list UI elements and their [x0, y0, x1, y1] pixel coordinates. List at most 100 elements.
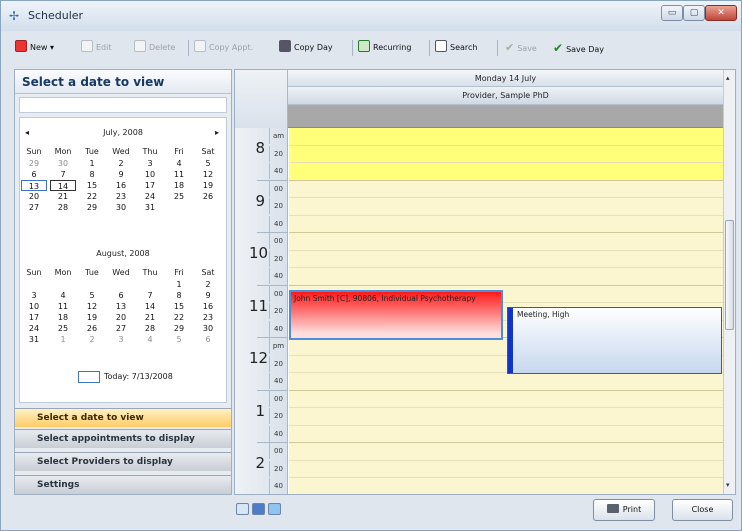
today-link[interactable]: Today: 7/13/2008	[78, 371, 198, 384]
calendar-day[interactable]: 30	[108, 202, 134, 213]
recurring-button[interactable]: Recurring	[358, 38, 411, 58]
calendar-day[interactable]: 2	[195, 279, 221, 290]
scroll-up-arrow[interactable]: ▴	[726, 74, 730, 82]
time-slot-row[interactable]	[289, 198, 723, 216]
calendar-day[interactable]: 9	[108, 169, 134, 180]
calendar-day[interactable]: 17	[21, 312, 47, 323]
calendar-day[interactable]: 4	[50, 290, 76, 301]
new-button[interactable]: New ▾	[15, 38, 54, 58]
close-window-button[interactable]: ✕	[705, 5, 737, 21]
calendar-day[interactable]: 12	[195, 169, 221, 180]
calendar-day[interactable]: 29	[21, 158, 47, 169]
calendar-day[interactable]: 6	[108, 290, 134, 301]
calendar-day[interactable]: 21	[50, 191, 76, 202]
nav-select-providers[interactable]: Select Providers to display	[15, 452, 231, 471]
calendar-day[interactable]: 31	[21, 334, 47, 345]
calendar-day[interactable]: 14	[50, 180, 76, 191]
calendar-day[interactable]: 8	[79, 169, 105, 180]
time-slot-row[interactable]	[289, 181, 723, 198]
edit-button[interactable]: Edit	[81, 38, 112, 58]
time-slot-row[interactable]	[289, 391, 723, 408]
print-button[interactable]: Print	[593, 499, 655, 521]
copy-day-button[interactable]: Copy Day	[279, 38, 333, 58]
calendar-day[interactable]: 8	[166, 290, 192, 301]
calendar-day[interactable]: 1	[50, 334, 76, 345]
time-slot-row[interactable]	[289, 251, 723, 268]
minimize-button[interactable]: ▭	[661, 5, 683, 21]
maximize-button[interactable]: ▢	[683, 5, 705, 21]
calendar-day[interactable]: 11	[50, 301, 76, 312]
calendar-day[interactable]: 1	[79, 158, 105, 169]
save-day-button[interactable]: ✔ Save Day	[553, 38, 604, 58]
calendar-day[interactable]: 10	[137, 169, 163, 180]
nav-settings[interactable]: Settings	[15, 475, 231, 494]
calendar-day[interactable]: 22	[166, 312, 192, 323]
time-slot-row[interactable]	[289, 216, 723, 233]
calendar-day[interactable]: 22	[79, 191, 105, 202]
time-slot-row[interactable]	[289, 408, 723, 426]
calendar-day[interactable]: 16	[195, 301, 221, 312]
delete-button[interactable]: Delete	[134, 38, 175, 58]
calendar-day[interactable]: 7	[137, 290, 163, 301]
calendar-day[interactable]: 28	[137, 323, 163, 334]
search-button[interactable]: Search	[435, 38, 477, 58]
provider-header[interactable]: Provider, Sample PhD	[288, 87, 723, 105]
calendar-day[interactable]: 29	[79, 202, 105, 213]
nav-select-appointments[interactable]: Select appointments to display	[15, 429, 231, 448]
calendar-day[interactable]: 5	[79, 290, 105, 301]
calendar-day[interactable]: 15	[79, 180, 105, 191]
calendar-day[interactable]: 1	[166, 279, 192, 290]
calendar-day[interactable]: 13	[21, 180, 47, 191]
calendar-day[interactable]: 30	[50, 158, 76, 169]
calendar-day[interactable]: 20	[21, 191, 47, 202]
calendar-day[interactable]: 31	[137, 202, 163, 213]
calendar-day[interactable]: 5	[166, 334, 192, 345]
all-day-area[interactable]	[288, 105, 723, 128]
calendar-day[interactable]: 3	[137, 158, 163, 169]
calendar-day[interactable]: 16	[108, 180, 134, 191]
calendar-day[interactable]: 13	[108, 301, 134, 312]
appointment-john-smith[interactable]: John Smith [C], 90806, Individual Psycho…	[289, 290, 503, 340]
calendar-day[interactable]: 6	[21, 169, 47, 180]
month-view-icon[interactable]	[268, 503, 281, 515]
calendar-day[interactable]: 24	[21, 323, 47, 334]
calendar-day[interactable]: 15	[166, 301, 192, 312]
calendar-day[interactable]: 23	[108, 191, 134, 202]
calendar-day[interactable]: 2	[79, 334, 105, 345]
calendar-day[interactable]: 29	[166, 323, 192, 334]
calendar-day[interactable]: 10	[21, 301, 47, 312]
calendar-day[interactable]: 18	[50, 312, 76, 323]
scroll-down-arrow[interactable]: ▾	[726, 481, 730, 489]
prev-month-arrow[interactable]: ◂	[25, 128, 29, 137]
next-month-arrow[interactable]: ▸	[215, 128, 219, 137]
time-slot-row[interactable]	[289, 128, 723, 146]
calendar-day[interactable]: 26	[195, 191, 221, 202]
calendar-day[interactable]: 6	[195, 334, 221, 345]
calendar-day[interactable]: 12	[79, 301, 105, 312]
calendar-day[interactable]: 4	[137, 334, 163, 345]
calendar-day[interactable]: 23	[195, 312, 221, 323]
schedule-grid[interactable]: John Smith [C], 90806, Individual Psycho…	[289, 128, 723, 494]
calendar-day[interactable]: 17	[137, 180, 163, 191]
time-slot-row[interactable]	[289, 233, 723, 251]
calendar-day[interactable]: 14	[137, 301, 163, 312]
calendar-day[interactable]: 20	[108, 312, 134, 323]
scroll-thumb[interactable]	[725, 220, 734, 330]
time-slot-row[interactable]	[289, 461, 723, 478]
calendar-day[interactable]: 9	[195, 290, 221, 301]
calendar-day[interactable]: 26	[79, 323, 105, 334]
calendar-day[interactable]: 4	[166, 158, 192, 169]
vertical-scrollbar[interactable]: ▴ ▾	[723, 70, 735, 494]
copy-appt-button[interactable]: Copy Appt.	[194, 38, 253, 58]
nav-select-date[interactable]: Select a date to view	[15, 408, 231, 427]
week-view-icon[interactable]	[252, 503, 265, 515]
calendar-day[interactable]: 11	[166, 169, 192, 180]
time-slot-row[interactable]	[289, 163, 723, 181]
calendar-day[interactable]: 19	[195, 180, 221, 191]
calendar-day[interactable]: 27	[21, 202, 47, 213]
save-button[interactable]: ✔ Save	[505, 38, 537, 58]
time-slot-row[interactable]	[289, 373, 723, 391]
calendar-day[interactable]: 7	[50, 169, 76, 180]
time-slot-row[interactable]	[289, 443, 723, 461]
day-view-icon[interactable]	[236, 503, 249, 515]
